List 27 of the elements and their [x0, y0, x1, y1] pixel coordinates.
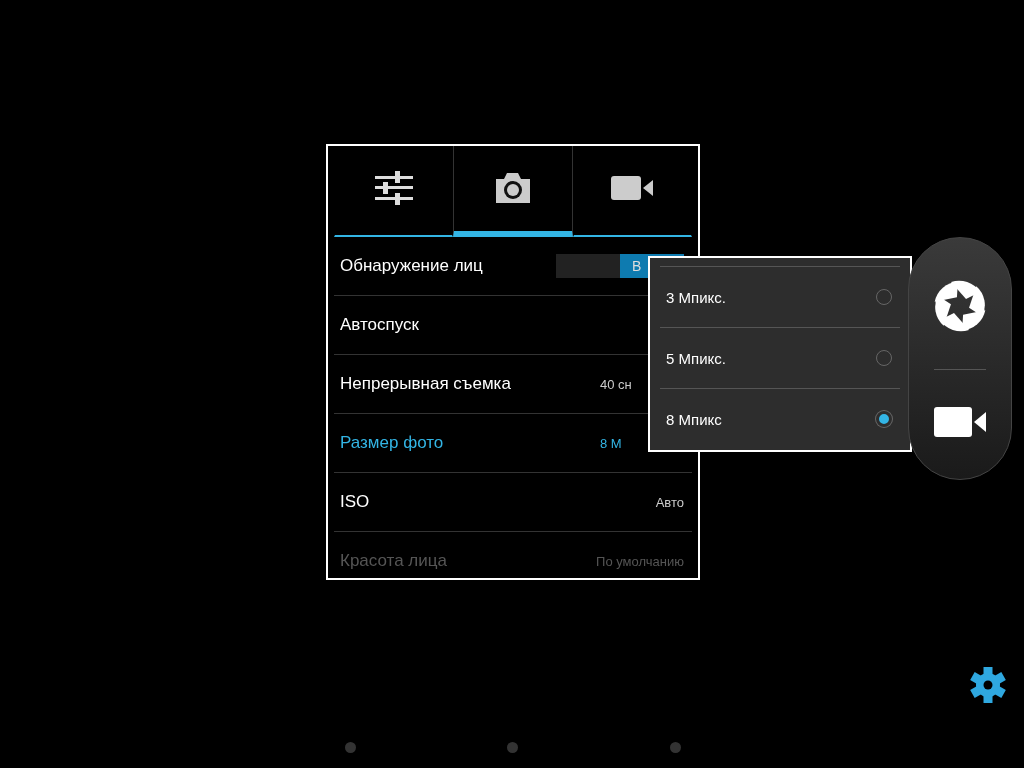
radio-button[interactable]: [876, 411, 892, 427]
toggle-label: В: [632, 258, 642, 274]
setting-value: 40 сн: [600, 376, 633, 392]
setting-value: 8 М: [600, 435, 623, 451]
video-camera-icon: [611, 175, 654, 200]
option-label: 8 Мпикс: [666, 410, 722, 428]
indicator-dot: [670, 742, 681, 753]
indicator-dot: [345, 742, 356, 753]
setting-label[interactable]: Размер фото: [340, 433, 444, 453]
option-label: 3 Мпикс.: [666, 288, 726, 306]
option-label: 5 Мпикс.: [666, 349, 726, 367]
setting-label[interactable]: Непрерывная съемка: [340, 374, 511, 394]
menu-option[interactable]: 3 Мпикс.: [660, 266, 900, 327]
tab[interactable]: [453, 146, 573, 237]
setting-value: По умолчанию: [596, 553, 684, 569]
sliders-icon: [374, 170, 413, 205]
setting-label[interactable]: ISO: [340, 492, 370, 512]
shutter-icon[interactable]: [934, 280, 986, 333]
camera-icon: [494, 172, 532, 203]
setting-value: Авто: [655, 494, 684, 510]
settings-icon[interactable]: [969, 666, 1007, 704]
video-camera-icon[interactable]: [934, 406, 986, 437]
setting-label[interactable]: Автоспуск: [340, 315, 419, 335]
indicator-dot: [507, 742, 518, 753]
menu-option[interactable]: 5 Мпикс.: [660, 327, 900, 388]
setting-label[interactable]: Обнаружение лиц: [340, 256, 483, 276]
menu-option[interactable]: 8 Мпикс: [660, 388, 900, 449]
